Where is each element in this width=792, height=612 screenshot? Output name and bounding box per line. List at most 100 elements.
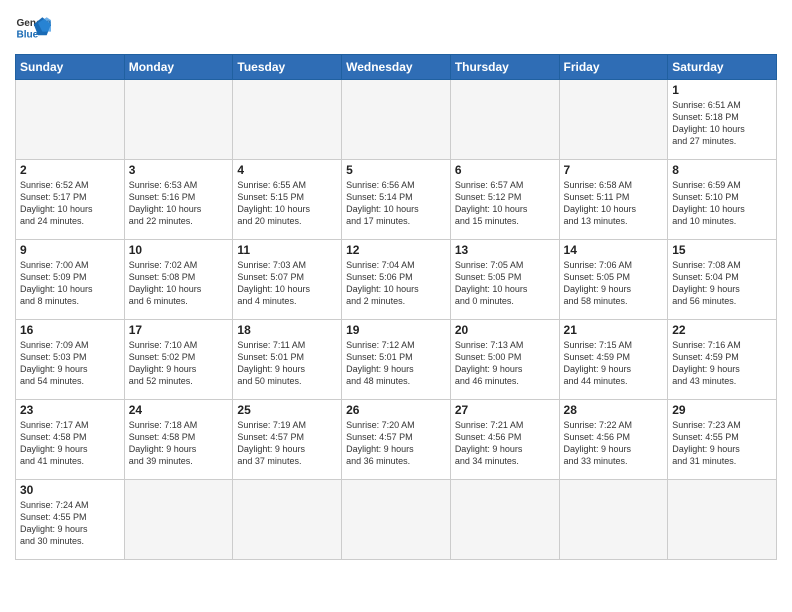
calendar-cell: 1 Sunrise: 6:51 AM Sunset: 5:18 PM Daylig… — [668, 80, 777, 160]
day-info: Sunrise: 7:12 AM Sunset: 5:01 PM Dayligh… — [346, 339, 446, 388]
calendar-cell: 14 Sunrise: 7:06 AM Sunset: 5:05 PM Dayli… — [559, 240, 668, 320]
calendar-cell: 2 Sunrise: 6:52 AM Sunset: 5:17 PM Daylig… — [16, 160, 125, 240]
day-info: Sunrise: 7:04 AM Sunset: 5:06 PM Dayligh… — [346, 259, 446, 308]
day-info: Sunrise: 6:58 AM Sunset: 5:11 PM Dayligh… — [564, 179, 664, 228]
calendar-cell — [233, 480, 342, 560]
calendar-cell: 5 Sunrise: 6:56 AM Sunset: 5:14 PM Daylig… — [342, 160, 451, 240]
day-info: Sunrise: 7:15 AM Sunset: 4:59 PM Dayligh… — [564, 339, 664, 388]
day-info: Sunrise: 7:21 AM Sunset: 4:56 PM Dayligh… — [455, 419, 555, 468]
day-number: 6 — [455, 163, 555, 177]
calendar-cell — [450, 480, 559, 560]
day-info: Sunrise: 6:52 AM Sunset: 5:17 PM Dayligh… — [20, 179, 120, 228]
calendar-cell — [233, 80, 342, 160]
day-number: 2 — [20, 163, 120, 177]
weekday-saturday: Saturday — [668, 55, 777, 80]
day-number: 16 — [20, 323, 120, 337]
day-number: 18 — [237, 323, 337, 337]
day-number: 14 — [564, 243, 664, 257]
day-number: 7 — [564, 163, 664, 177]
calendar-cell: 28Sunrise: 7:22 AM Sunset: 4:56 PM Dayli… — [559, 400, 668, 480]
page: General Blue SundayMondayTuesdayWednesda… — [0, 0, 792, 612]
day-number: 10 — [129, 243, 229, 257]
calendar-cell: 13 Sunrise: 7:05 AM Sunset: 5:05 PM Dayli… — [450, 240, 559, 320]
day-info: Sunrise: 7:02 AM Sunset: 5:08 PM Dayligh… — [129, 259, 229, 308]
calendar-cell: 11 Sunrise: 7:03 AM Sunset: 5:07 PM Dayli… — [233, 240, 342, 320]
day-number: 30 — [20, 483, 120, 497]
day-info: Sunrise: 7:20 AM Sunset: 4:57 PM Dayligh… — [346, 419, 446, 468]
calendar-cell: 23Sunrise: 7:17 AM Sunset: 4:58 PM Dayli… — [16, 400, 125, 480]
calendar-cell: 8 Sunrise: 6:59 AM Sunset: 5:10 PM Daylig… — [668, 160, 777, 240]
day-info: Sunrise: 7:23 AM Sunset: 4:55 PM Dayligh… — [672, 419, 772, 468]
day-info: Sunrise: 7:11 AM Sunset: 5:01 PM Dayligh… — [237, 339, 337, 388]
day-info: Sunrise: 7:08 AM Sunset: 5:04 PM Dayligh… — [672, 259, 772, 308]
day-info: Sunrise: 6:56 AM Sunset: 5:14 PM Dayligh… — [346, 179, 446, 228]
day-info: Sunrise: 7:03 AM Sunset: 5:07 PM Dayligh… — [237, 259, 337, 308]
calendar-cell: 26 Sunrise: 7:20 AM Sunset: 4:57 PM Dayli… — [342, 400, 451, 480]
day-number: 21 — [564, 323, 664, 337]
day-number: 17 — [129, 323, 229, 337]
day-number: 1 — [672, 83, 772, 97]
day-info: Sunrise: 6:51 AM Sunset: 5:18 PM Dayligh… — [672, 99, 772, 148]
day-number: 27 — [455, 403, 555, 417]
day-info: Sunrise: 7:09 AM Sunset: 5:03 PM Dayligh… — [20, 339, 120, 388]
header: General Blue — [15, 10, 777, 46]
calendar-cell — [450, 80, 559, 160]
day-number: 9 — [20, 243, 120, 257]
week-row-2: 9 Sunrise: 7:00 AM Sunset: 5:09 PM Daylig… — [16, 240, 777, 320]
day-info: Sunrise: 7:24 AM Sunset: 4:55 PM Dayligh… — [20, 499, 120, 548]
calendar-cell — [124, 480, 233, 560]
calendar-cell — [342, 480, 451, 560]
day-info: Sunrise: 7:00 AM Sunset: 5:09 PM Dayligh… — [20, 259, 120, 308]
calendar-cell: 21 Sunrise: 7:15 AM Sunset: 4:59 PM Dayli… — [559, 320, 668, 400]
day-number: 11 — [237, 243, 337, 257]
day-number: 3 — [129, 163, 229, 177]
calendar-cell: 4Sunrise: 6:55 AM Sunset: 5:15 PM Daylig… — [233, 160, 342, 240]
calendar-cell: 29Sunrise: 7:23 AM Sunset: 4:55 PM Dayli… — [668, 400, 777, 480]
calendar-cell — [342, 80, 451, 160]
weekday-header-row: SundayMondayTuesdayWednesdayThursdayFrid… — [16, 55, 777, 80]
calendar-cell: 3 Sunrise: 6:53 AM Sunset: 5:16 PM Daylig… — [124, 160, 233, 240]
calendar-cell: 9 Sunrise: 7:00 AM Sunset: 5:09 PM Daylig… — [16, 240, 125, 320]
day-number: 12 — [346, 243, 446, 257]
calendar-cell: 12 Sunrise: 7:04 AM Sunset: 5:06 PM Dayli… — [342, 240, 451, 320]
week-row-1: 2 Sunrise: 6:52 AM Sunset: 5:17 PM Daylig… — [16, 160, 777, 240]
calendar-cell — [668, 480, 777, 560]
calendar-cell: 15 Sunrise: 7:08 AM Sunset: 5:04 PM Dayli… — [668, 240, 777, 320]
week-row-5: 30 Sunrise: 7:24 AM Sunset: 4:55 PM Dayli… — [16, 480, 777, 560]
day-info: Sunrise: 7:05 AM Sunset: 5:05 PM Dayligh… — [455, 259, 555, 308]
day-info: Sunrise: 7:16 AM Sunset: 4:59 PM Dayligh… — [672, 339, 772, 388]
weekday-wednesday: Wednesday — [342, 55, 451, 80]
svg-text:Blue: Blue — [16, 29, 38, 40]
calendar-cell: 25Sunrise: 7:19 AM Sunset: 4:57 PM Dayli… — [233, 400, 342, 480]
calendar-cell: 18 Sunrise: 7:11 AM Sunset: 5:01 PM Dayli… — [233, 320, 342, 400]
calendar-cell: 27 Sunrise: 7:21 AM Sunset: 4:56 PM Dayli… — [450, 400, 559, 480]
day-info: Sunrise: 7:06 AM Sunset: 5:05 PM Dayligh… — [564, 259, 664, 308]
weekday-monday: Monday — [124, 55, 233, 80]
day-number: 24 — [129, 403, 229, 417]
day-number: 15 — [672, 243, 772, 257]
day-number: 5 — [346, 163, 446, 177]
calendar-cell: 24 Sunrise: 7:18 AM Sunset: 4:58 PM Dayli… — [124, 400, 233, 480]
day-info: Sunrise: 7:10 AM Sunset: 5:02 PM Dayligh… — [129, 339, 229, 388]
weekday-tuesday: Tuesday — [233, 55, 342, 80]
logo-icon: General Blue — [15, 10, 51, 46]
day-info: Sunrise: 7:18 AM Sunset: 4:58 PM Dayligh… — [129, 419, 229, 468]
calendar-cell — [559, 80, 668, 160]
day-info: Sunrise: 6:59 AM Sunset: 5:10 PM Dayligh… — [672, 179, 772, 228]
day-info: Sunrise: 6:53 AM Sunset: 5:16 PM Dayligh… — [129, 179, 229, 228]
calendar-cell: 19Sunrise: 7:12 AM Sunset: 5:01 PM Dayli… — [342, 320, 451, 400]
day-number: 28 — [564, 403, 664, 417]
day-number: 26 — [346, 403, 446, 417]
day-number: 22 — [672, 323, 772, 337]
calendar-cell: 7 Sunrise: 6:58 AM Sunset: 5:11 PM Daylig… — [559, 160, 668, 240]
day-info: Sunrise: 7:17 AM Sunset: 4:58 PM Dayligh… — [20, 419, 120, 468]
weekday-sunday: Sunday — [16, 55, 125, 80]
calendar-cell: 16 Sunrise: 7:09 AM Sunset: 5:03 PM Dayli… — [16, 320, 125, 400]
day-number: 13 — [455, 243, 555, 257]
week-row-3: 16 Sunrise: 7:09 AM Sunset: 5:03 PM Dayli… — [16, 320, 777, 400]
calendar-cell — [124, 80, 233, 160]
day-number: 8 — [672, 163, 772, 177]
calendar-cell: 10 Sunrise: 7:02 AM Sunset: 5:08 PM Dayli… — [124, 240, 233, 320]
week-row-4: 23Sunrise: 7:17 AM Sunset: 4:58 PM Dayli… — [16, 400, 777, 480]
calendar-cell — [16, 80, 125, 160]
